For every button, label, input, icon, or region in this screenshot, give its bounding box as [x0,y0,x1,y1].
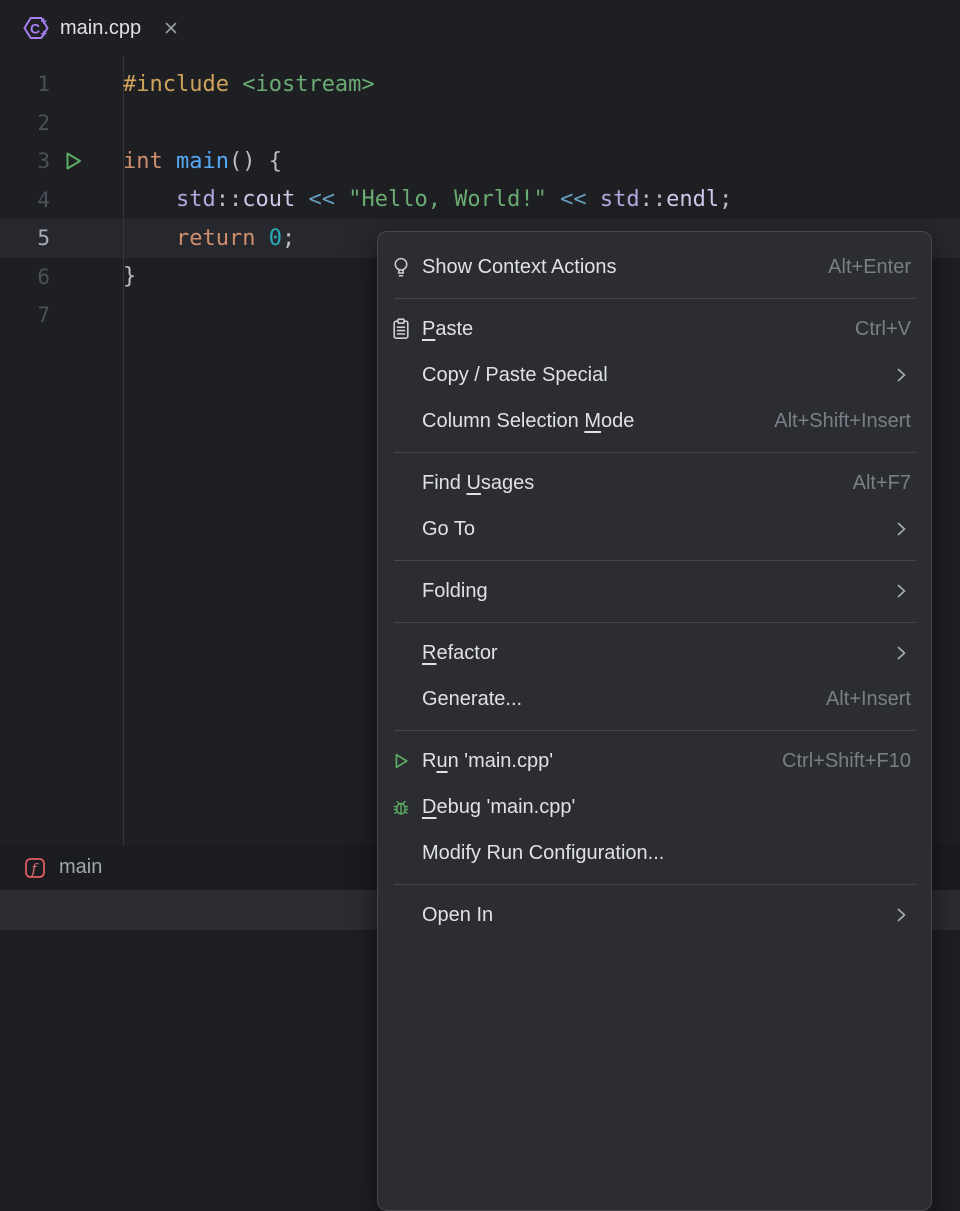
submenu-chevron-icon [891,365,911,385]
menu-item-shortcut: Alt+Insert [826,688,911,711]
menu-item-icon-placeholder [391,689,411,709]
menu-item-icon-placeholder [391,843,411,863]
menu-item-label: Go To [422,518,475,541]
menu-item-label: Copy / Paste Special [422,364,608,387]
menu-separator [394,884,915,885]
menu-item-copy-paste-special[interactable]: Copy / Paste Special [378,352,931,398]
menu-item-label: Folding [422,580,488,603]
line-number[interactable]: 2 [0,111,50,135]
menu-item-label: Run 'main.cpp' [422,750,553,773]
code-line[interactable]: int main() { [123,149,960,174]
menu-item-folding[interactable]: Folding [378,568,931,614]
menu-item-generate[interactable]: Generate... Alt+Insert [378,676,931,722]
editor-line: 3 int main() { [0,142,960,181]
tab-title: main.cpp [60,17,141,40]
menu-item-label: Generate... [422,688,522,711]
menu-item-label: Modify Run Configuration... [422,842,664,865]
menu-item-icon-placeholder [391,905,411,925]
line-number[interactable]: 5 [0,226,50,250]
menu-item-shortcut: Alt+Enter [828,256,911,279]
menu-item-label: Find Usages [422,472,534,495]
close-icon[interactable] [161,18,181,38]
submenu-chevron-icon [891,581,911,601]
menu-item-icon-placeholder [391,519,411,539]
line-number[interactable]: 1 [0,72,50,96]
menu-separator [394,298,915,299]
menu-item-label: Debug 'main.cpp' [422,796,575,819]
run-icon [391,751,411,771]
menu-item-icon-placeholder [391,411,411,431]
svg-text:+: + [41,29,47,41]
menu-item-label: Show Context Actions [422,256,617,279]
menu-item-go-to[interactable]: Go To [378,506,931,552]
editor-line: 1 #include <iostream> [0,65,960,104]
svg-text:C: C [30,21,40,37]
line-number[interactable]: 3 [0,149,50,173]
menu-separator [394,730,915,731]
editor-line: 2 [0,104,960,143]
line-number[interactable]: 6 [0,265,50,289]
menu-item-icon-placeholder [391,365,411,385]
menu-item-icon-placeholder [391,581,411,601]
menu-item-refactor[interactable]: Refactor [378,630,931,676]
menu-separator [394,452,915,453]
menu-item-find-usages[interactable]: Find Usages Alt+F7 [378,460,931,506]
submenu-chevron-icon [891,643,911,663]
line-number[interactable]: 7 [0,303,50,327]
editor-line: 4 std::cout << "Hello, World!" << std::e… [0,181,960,220]
submenu-chevron-icon [891,519,911,539]
tab-main-cpp[interactable]: C++ main.cpp [0,0,201,56]
menu-item-shortcut: Ctrl+V [855,318,911,341]
breadcrumb-item-main[interactable]: main [59,856,102,879]
svg-text:f: f [31,861,40,877]
paste-icon [391,319,411,339]
menu-item-shortcut: Ctrl+Shift+F10 [782,750,911,773]
menu-item-debug-main-cpp[interactable]: Debug 'main.cpp' [378,784,931,830]
menu-item-label: Refactor [422,642,498,665]
code-line[interactable]: std::cout << "Hello, World!" << std::end… [123,187,960,212]
menu-item-label: Paste [422,318,473,341]
menu-item-label: Column Selection Mode [422,410,634,433]
menu-item-paste[interactable]: Paste Ctrl+V [378,306,931,352]
gutter[interactable] [50,149,123,173]
menu-item-show-context-actions[interactable]: Show Context Actions Alt+Enter [378,244,931,290]
svg-text:+: + [41,16,47,28]
cpp-file-icon: C++ [22,14,50,42]
menu-item-icon-placeholder [391,473,411,493]
menu-item-shortcut: Alt+F7 [853,472,911,495]
menu-item-modify-run-configuration[interactable]: Modify Run Configuration... [378,830,931,876]
menu-item-icon-placeholder [391,643,411,663]
editor-tab-bar: C++ main.cpp [0,0,960,56]
menu-separator [394,560,915,561]
menu-separator [394,622,915,623]
code-line[interactable]: #include <iostream> [123,72,960,97]
menu-item-label: Open In [422,904,493,927]
gutter-separator [123,56,124,845]
menu-item-column-selection-mode[interactable]: Column Selection Mode Alt+Shift+Insert [378,398,931,444]
debug-icon [391,797,411,817]
menu-item-run-main-cpp[interactable]: Run 'main.cpp' Ctrl+Shift+F10 [378,738,931,784]
lightbulb-icon [391,257,411,277]
menu-item-shortcut: Alt+Shift+Insert [774,410,911,433]
menu-item-open-in[interactable]: Open In [378,892,931,938]
function-icon: f [23,856,47,880]
run-marker-icon[interactable] [61,149,85,173]
line-number[interactable]: 4 [0,188,50,212]
submenu-chevron-icon [891,905,911,925]
editor-context-menu: Show Context Actions Alt+Enter Paste Ctrl+V… [377,231,932,1211]
